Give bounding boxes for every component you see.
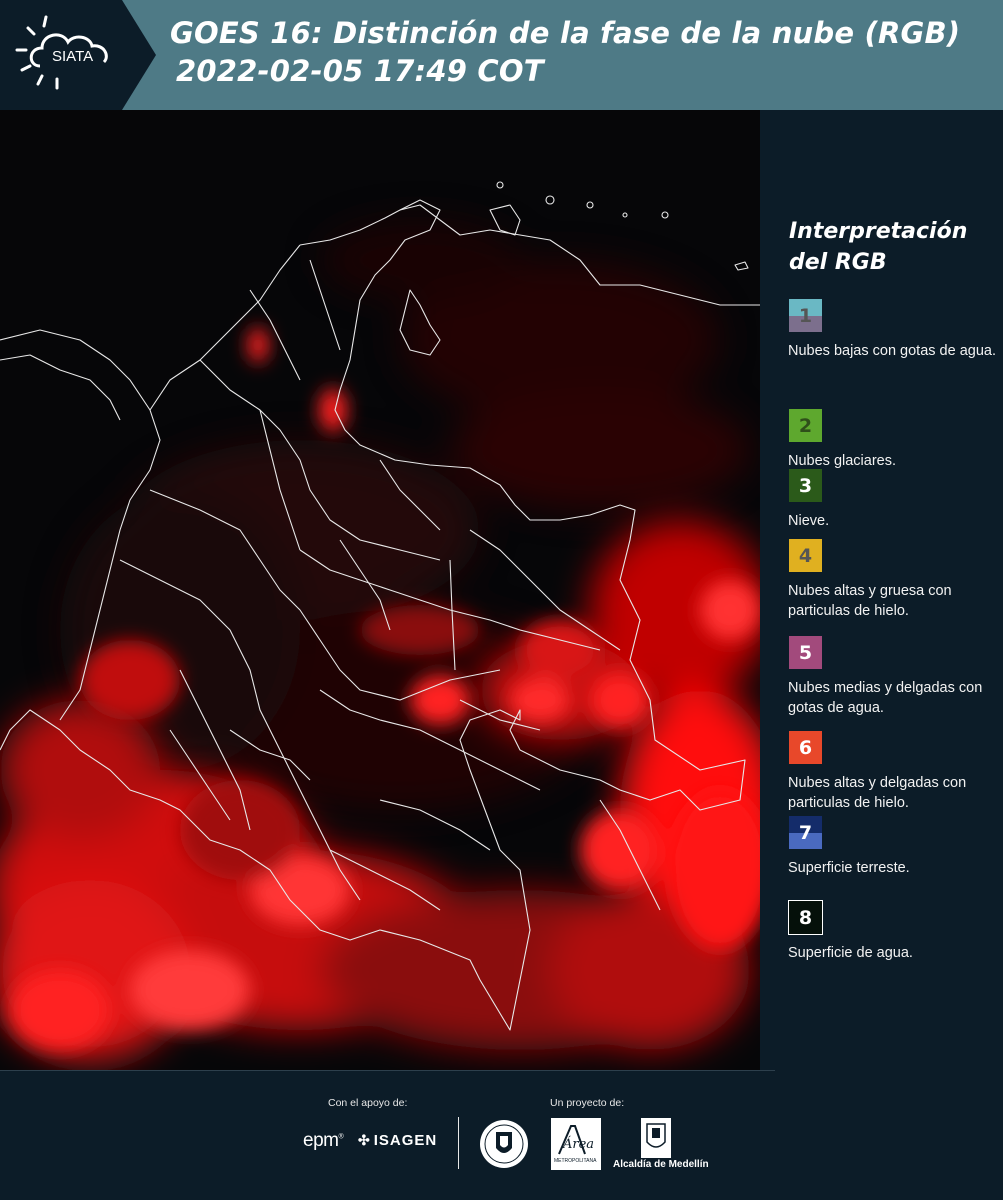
legend-item: 7 Superficie terreste. bbox=[788, 815, 1003, 878]
satellite-rgb-image bbox=[0, 110, 760, 1070]
legend-item: 2 Nubes glaciares. bbox=[788, 408, 1003, 471]
legend-item: 4 Nubes altas y gruesa con particulas de … bbox=[788, 538, 1003, 621]
legend-label: Nubes medias y delgadas con gotas de agu… bbox=[788, 680, 983, 716]
legend-title: Interpretación del RGB bbox=[789, 219, 968, 275]
legend-number: 2 bbox=[798, 414, 813, 437]
legend-number: 5 bbox=[798, 641, 813, 664]
header-bar: SIATA GOES 16: Distinción de la fase de … bbox=[0, 0, 1003, 110]
isagen-mark-icon: ✣ bbox=[358, 1132, 371, 1148]
legend-swatch: 5 bbox=[788, 635, 823, 670]
legend-number: 6 bbox=[798, 736, 813, 759]
project-label: Un proyecto de: bbox=[550, 1097, 625, 1109]
legend-swatch: 8 bbox=[788, 900, 823, 935]
legend-swatch: 4 bbox=[788, 538, 823, 573]
legend-swatch: 1 bbox=[788, 298, 823, 333]
legend-swatch: 6 bbox=[788, 730, 823, 765]
legend-number: 8 bbox=[798, 906, 813, 929]
epm-logo-text: epm bbox=[303, 1130, 339, 1151]
legend-label: Superficie terreste. bbox=[788, 860, 910, 876]
footer: Con el apoyo de: Un proyecto de: epm® ✣ I… bbox=[0, 1070, 1003, 1200]
support-label: Con el apoyo de: bbox=[328, 1097, 408, 1109]
legend-label: Superficie de agua. bbox=[788, 945, 913, 961]
legend-number: 7 bbox=[798, 821, 813, 844]
legend-swatch: 3 bbox=[788, 468, 823, 503]
alcaldia-shield-icon bbox=[641, 1118, 671, 1163]
legend-label: Nubes altas y gruesa con particulas de h… bbox=[788, 583, 952, 619]
legend-number: 3 bbox=[798, 474, 813, 497]
epm-logo: epm® bbox=[303, 1130, 344, 1151]
siata-logo: SIATA bbox=[0, 0, 158, 110]
page-title: GOES 16: Distinción de la fase de la nub… bbox=[170, 16, 961, 50]
legend-label: Nubes altas y delgadas con particulas de… bbox=[788, 775, 967, 811]
isagen-logo: ✣ ISAGEN bbox=[358, 1132, 437, 1149]
legend-item: 5 Nubes medias y delgadas con gotas de ag… bbox=[788, 635, 1003, 718]
legend-item: 8 Superficie de agua. bbox=[788, 900, 1003, 963]
area-metropolitana-logo: Área METROPOLITANA bbox=[551, 1118, 601, 1175]
legend-panel: Interpretación del RGB 1 Nubes bajas con … bbox=[760, 110, 1003, 1070]
siata-logo-text: SIATA bbox=[52, 48, 93, 65]
legend-item: 6 Nubes altas y delgadas con particulas d… bbox=[788, 730, 1003, 813]
alcaldia-label: Alcaldía de Medellín bbox=[613, 1159, 709, 1170]
legend-number: 1 bbox=[798, 304, 813, 327]
legend-swatch: 2 bbox=[788, 408, 823, 443]
legend-item: 3 Nieve. bbox=[788, 468, 1003, 531]
footer-vertical-divider bbox=[458, 1117, 459, 1169]
area-logo-text: Área bbox=[562, 1136, 594, 1152]
isagen-logo-text: ISAGEN bbox=[373, 1132, 438, 1149]
legend-label: Nieve. bbox=[788, 513, 830, 529]
university-seal-icon bbox=[478, 1118, 530, 1175]
legend-item: 1 Nubes bajas con gotas de agua. bbox=[788, 298, 1003, 361]
page-timestamp: 2022-02-05 17:49 COT bbox=[176, 54, 544, 88]
footer-divider bbox=[0, 1070, 775, 1071]
legend-label: Nubes bajas con gotas de agua. bbox=[788, 343, 996, 359]
legend-swatch: 7 bbox=[788, 815, 823, 850]
satellite-map bbox=[0, 110, 760, 1070]
area-logo-subtext: METROPOLITANA bbox=[554, 1158, 597, 1164]
legend-number: 4 bbox=[798, 544, 813, 567]
